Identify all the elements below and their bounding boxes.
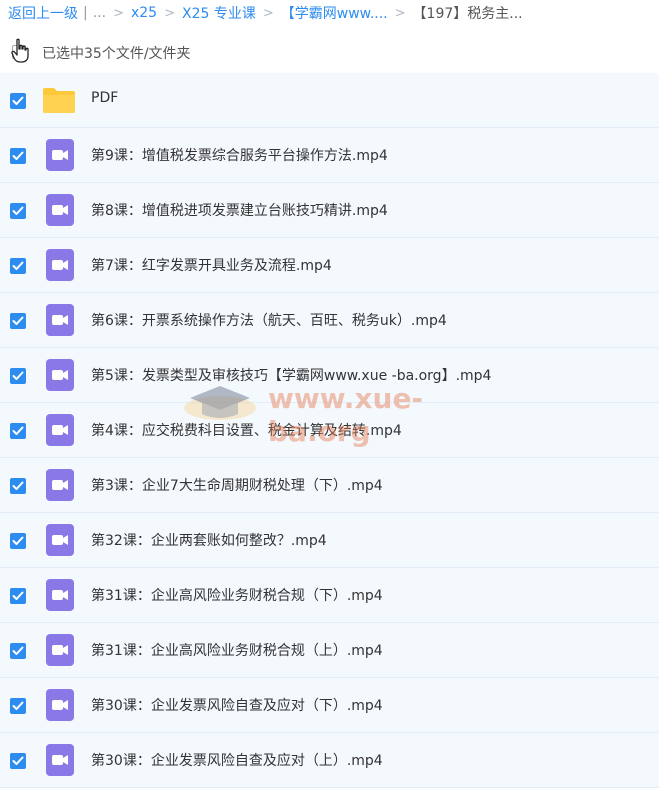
list-item[interactable]: 第6课：开票系统操作方法（航天、百旺、税务uk）.mp4: [0, 293, 659, 348]
list-item[interactable]: 第4课：应交税费科目设置、税金计算及结转.mp4: [0, 403, 659, 458]
checkmark-icon: [12, 701, 24, 710]
file-name[interactable]: 第8课：增值税进项发票建立台账技巧精讲.mp4: [91, 200, 388, 220]
list-item[interactable]: 第8课：增值税进项发票建立台账技巧精讲.mp4: [0, 183, 659, 238]
breadcrumb-item-x25[interactable]: x25: [131, 5, 157, 21]
checkmark-icon: [12, 371, 24, 380]
row-checkbox[interactable]: [10, 753, 26, 769]
video-file-icon: [46, 579, 74, 615]
row-checkbox[interactable]: [10, 368, 26, 384]
video-file-icon: [46, 524, 74, 560]
row-checkbox[interactable]: [10, 258, 26, 274]
file-name[interactable]: 第6课：开票系统操作方法（航天、百旺、税务uk）.mp4: [91, 310, 447, 330]
checkmark-icon: [12, 536, 24, 545]
breadcrumb-divider: |: [83, 5, 88, 21]
list-item[interactable]: 第31课：企业高风险业务财税合规（下）.mp4: [0, 568, 659, 623]
file-name[interactable]: 第32课：企业两套账如何整改？.mp4: [91, 530, 327, 550]
file-name[interactable]: 第31课：企业高风险业务财税合规（上）.mp4: [91, 640, 383, 660]
file-list: PDF 第9课：增值税发票综合服务平台操作方法.mp4 第8课：增值税进项发票建立台…: [0, 73, 659, 788]
file-name[interactable]: PDF: [91, 90, 118, 106]
chevron-right-icon: >: [113, 5, 124, 21]
file-name[interactable]: 第9课：增值税发票综合服务平台操作方法.mp4: [91, 145, 388, 165]
breadcrumb-ellipsis[interactable]: ...: [93, 5, 106, 21]
video-file-icon: [46, 194, 74, 230]
checkmark-icon: [12, 261, 24, 270]
breadcrumb-item-xueba[interactable]: 【学霸网www....: [281, 3, 388, 23]
list-item[interactable]: 第31课：企业高风险业务财税合规（上）.mp4: [0, 623, 659, 678]
checkmark-icon: [12, 96, 24, 105]
chevron-right-icon: >: [164, 5, 175, 21]
file-name[interactable]: 第7课：红字发票开具业务及流程.mp4: [91, 255, 332, 275]
video-file-icon: [46, 359, 74, 395]
list-item[interactable]: 第30课：企业发票风险自查及应对（上）.mp4: [0, 733, 659, 788]
chevron-right-icon: >: [394, 5, 406, 21]
row-checkbox[interactable]: [10, 203, 26, 219]
breadcrumb-item-x25-course[interactable]: X25 专业课: [182, 3, 256, 23]
folder-icon: [42, 86, 76, 118]
file-name[interactable]: 第4课：应交税费科目设置、税金计算及结转.mp4: [91, 420, 402, 440]
selection-bar: 已选中35个文件/文件夹: [0, 34, 659, 70]
file-name[interactable]: 第30课：企业发票风险自查及应对（上）.mp4: [91, 750, 383, 770]
row-checkbox[interactable]: [10, 698, 26, 714]
breadcrumb-item-current: 【197】税务主...: [412, 6, 523, 22]
video-file-icon: [46, 689, 74, 725]
list-item[interactable]: 第3课：企业7大生命周期财税处理（下）.mp4: [0, 458, 659, 513]
row-checkbox[interactable]: [10, 93, 26, 109]
selection-count-text: 已选中35个文件/文件夹: [42, 46, 191, 62]
chevron-right-icon: >: [262, 5, 274, 21]
back-link[interactable]: 返回上一级: [8, 3, 78, 23]
checkmark-icon: [12, 591, 24, 600]
file-name[interactable]: 第31课：企业高风险业务财税合规（下）.mp4: [91, 585, 383, 605]
video-file-icon: [46, 634, 74, 670]
video-file-icon: [46, 414, 74, 450]
row-checkbox[interactable]: [10, 533, 26, 549]
video-file-icon: [46, 469, 74, 505]
list-item[interactable]: 第9课：增值税发票综合服务平台操作方法.mp4: [0, 128, 659, 183]
checkmark-icon: [12, 206, 24, 215]
row-checkbox[interactable]: [10, 148, 26, 164]
video-file-icon: [46, 744, 74, 780]
video-file-icon: [46, 249, 74, 285]
row-checkbox[interactable]: [10, 588, 26, 604]
checkmark-icon: [12, 481, 24, 490]
checkmark-icon: [12, 316, 24, 325]
list-item[interactable]: 第5课：发票类型及审核技巧【学霸网www.xue -ba.org】.mp4: [0, 348, 659, 403]
list-item[interactable]: 第7课：红字发票开具业务及流程.mp4: [0, 238, 659, 293]
checkmark-icon: [12, 151, 24, 160]
row-checkbox[interactable]: [10, 643, 26, 659]
video-file-icon: [46, 304, 74, 340]
video-file-icon: [46, 139, 74, 175]
file-name[interactable]: 第3课：企业7大生命周期财税处理（下）.mp4: [91, 475, 383, 495]
row-checkbox[interactable]: [10, 423, 26, 439]
hand-cursor-icon: [11, 38, 29, 63]
file-name[interactable]: 第30课：企业发票风险自查及应对（下）.mp4: [91, 695, 383, 715]
row-checkbox[interactable]: [10, 313, 26, 329]
list-item[interactable]: 第30课：企业发票风险自查及应对（下）.mp4: [0, 678, 659, 733]
row-checkbox[interactable]: [10, 478, 26, 494]
file-name[interactable]: 第5课：发票类型及审核技巧【学霸网www.xue -ba.org】.mp4: [91, 365, 491, 385]
list-item[interactable]: 第32课：企业两套账如何整改？.mp4: [0, 513, 659, 568]
checkmark-icon: [12, 426, 24, 435]
checkmark-icon: [12, 756, 24, 765]
checkmark-icon: [12, 646, 24, 655]
breadcrumb: 返回上一级 | ... > x25 > X25 专业课 > 【学霸网www...…: [0, 0, 659, 26]
list-item[interactable]: PDF: [0, 73, 659, 128]
